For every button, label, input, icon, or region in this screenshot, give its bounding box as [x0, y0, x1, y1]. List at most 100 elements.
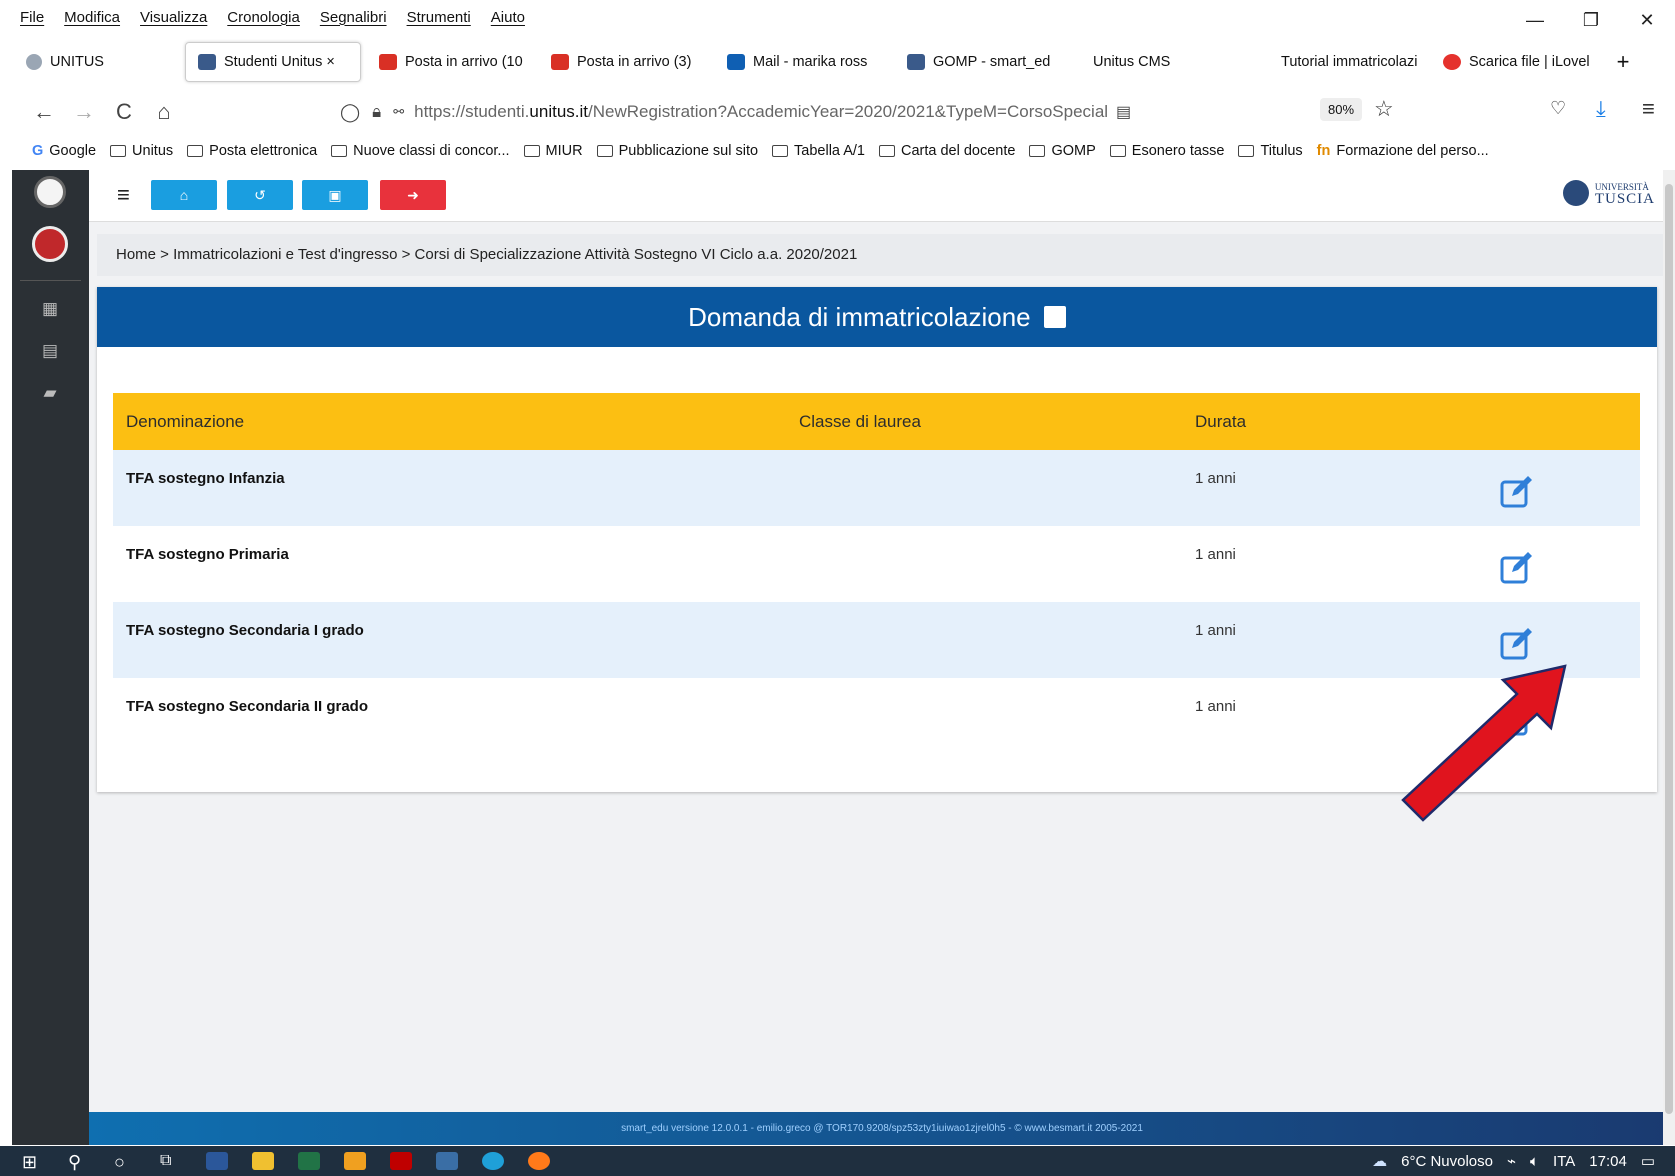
folder-icon [523, 145, 540, 157]
logo-line2: TUSCIA [1594, 191, 1655, 207]
nav-bar: ← → C ⌂ ◯ 🔒︎ ⚯ https://studenti. unitus.… [0, 90, 1675, 134]
edit-document-icon[interactable]: ▰ [40, 384, 60, 402]
bookmark-google[interactable]: G Google [32, 143, 96, 159]
table-row: TFA sostegno Infanzia 1 anni [113, 450, 1640, 526]
menu-modifica[interactable]: Modifica [64, 9, 120, 26]
outlook-task-icon[interactable] [344, 1152, 366, 1170]
bookmark-miur[interactable]: MIUR [523, 143, 583, 159]
network-icon[interactable]: ⌁ [1507, 1152, 1516, 1170]
filezilla-icon[interactable] [390, 1152, 412, 1170]
tab-unitus[interactable]: UNITUS [0, 42, 185, 82]
tab-posta-1[interactable]: Posta in arrivo (10 [361, 42, 539, 82]
app-footer: smart_edu versione 12.0.0.1 - emilio.gre… [89, 1112, 1675, 1145]
menu-cronologia[interactable]: Cronologia [227, 9, 300, 26]
volume-icon[interactable]: 🔈︎ [1530, 1153, 1539, 1170]
scrollbar-thumb[interactable] [1665, 184, 1673, 1114]
tab-label: GOMP - smart_ed [933, 54, 1051, 70]
reload-button[interactable]: C [104, 99, 144, 125]
menubar: File Modifica Visualizza Cronologia Segn… [0, 0, 1675, 34]
course-name: TFA sostegno Infanzia [126, 470, 285, 487]
bookmark-formazione[interactable]: fn Formazione del perso... [1317, 143, 1489, 159]
menu-visualizza[interactable]: Visualizza [140, 9, 207, 26]
tab-gomp[interactable]: GOMP - smart_ed [895, 42, 1071, 82]
menu-strumenti[interactable]: Strumenti [407, 9, 471, 26]
smartedu-favicon-icon [198, 54, 216, 70]
user-avatar[interactable] [32, 226, 68, 262]
bookmark-esonero[interactable]: Esonero tasse [1109, 143, 1224, 159]
calendar-icon[interactable]: ▦ [40, 300, 60, 318]
history-button[interactable]: ↺ [227, 180, 293, 210]
forward-button[interactable]: → [64, 99, 104, 125]
folder-icon [187, 145, 204, 157]
cortana-icon[interactable]: ○ [114, 1152, 136, 1172]
bookmark-tabella[interactable]: Tabella A/1 [772, 143, 865, 159]
edit-icon[interactable] [1500, 474, 1534, 508]
tab-posta-2[interactable]: Posta in arrivo (3) [539, 42, 715, 82]
bookmark-gomp[interactable]: GOMP [1029, 143, 1096, 159]
url-domain: unitus.it [529, 102, 588, 121]
menu-file[interactable]: File [20, 9, 44, 26]
outlook-icon [727, 54, 745, 70]
edit-icon[interactable] [1500, 550, 1534, 584]
tab-unitus-cms[interactable]: Unitus CMS [1071, 42, 1251, 82]
sidebar-toggle-icon[interactable]: ≡ [117, 182, 130, 208]
weather-text[interactable]: 6°C Nuvoloso [1401, 1153, 1493, 1170]
bookmark-star-icon[interactable]: ☆ [1374, 96, 1394, 122]
tab-tutorial[interactable]: Tutorial immatricolazi [1251, 42, 1431, 82]
url-prefix: https://studenti. [414, 102, 530, 121]
url-path: /NewRegistration?AccademicYear=2020/2021… [588, 102, 1108, 121]
reader-view-icon[interactable]: ▤ [1116, 102, 1131, 122]
new-tab-button[interactable]: + [1603, 42, 1643, 82]
table-header: Denominazione Classe di laurea Durata [113, 393, 1640, 450]
restore-button[interactable]: ❐ [1563, 0, 1619, 34]
task-view-icon[interactable]: ⧉ [160, 1152, 182, 1170]
hamburger-menu-icon[interactable]: ≡ [1642, 96, 1655, 122]
edit-icon[interactable] [1500, 626, 1534, 660]
tab-studenti-unitus[interactable]: Studenti Unitus × [185, 42, 361, 82]
notifications-icon[interactable]: ▭ [1641, 1152, 1655, 1170]
bookmark-pubblicazione[interactable]: Pubblicazione sul sito [596, 143, 758, 159]
menu-segnalibri[interactable]: Segnalibri [320, 9, 387, 26]
search-icon[interactable]: ⚲ [68, 1152, 90, 1172]
edge-icon[interactable] [482, 1152, 504, 1170]
bookmark-carta-docente[interactable]: Carta del docente [879, 143, 1015, 159]
tab-label: Studenti Unitus × [224, 54, 335, 70]
lang-indicator[interactable]: ITA [1553, 1153, 1575, 1170]
bookmark-titulus[interactable]: Titulus [1238, 143, 1303, 159]
word-icon[interactable] [206, 1152, 228, 1170]
bookmark-posta[interactable]: Posta elettronica [187, 143, 317, 159]
zoom-level[interactable]: 80% [1320, 98, 1363, 121]
page-scrollbar[interactable] [1663, 170, 1675, 1145]
col-durata: Durata [1195, 412, 1247, 431]
tab-ilovepdf[interactable]: Scarica file | iLovel [1431, 42, 1603, 82]
tab-mail-outlook[interactable]: Mail - marika ross [715, 42, 895, 82]
logout-button[interactable]: ➜ [380, 180, 446, 210]
download-icon[interactable]: ⤓ [1596, 96, 1606, 122]
windows-start-icon[interactable]: ⊞ [22, 1152, 44, 1172]
excel-icon[interactable] [298, 1152, 320, 1170]
minimize-button[interactable]: — [1507, 0, 1563, 34]
calculator-icon[interactable] [436, 1152, 458, 1170]
ilovepdf-icon [1443, 54, 1461, 70]
card-button[interactable]: ▣ [302, 180, 368, 210]
system-tray: ☁ 6°C Nuvoloso ⌁ 🔈︎ ITA 17:04 ▭ [1358, 1146, 1655, 1176]
home-nav-button[interactable]: ⌂ [144, 99, 184, 125]
pocket-icon[interactable]: ♡ [1550, 98, 1566, 119]
file-explorer-icon[interactable] [252, 1152, 274, 1170]
bookmark-unitus[interactable]: Unitus [110, 143, 173, 159]
shield-icon: ◯ [340, 101, 361, 122]
firefox-icon[interactable] [528, 1152, 550, 1170]
tab-bar: UNITUS Studenti Unitus × Posta in arrivo… [0, 42, 1675, 82]
close-window-button[interactable]: ✕ [1619, 0, 1675, 34]
folder-icon [110, 145, 127, 157]
back-button[interactable]: ← [24, 99, 64, 125]
clock[interactable]: 17:04 [1589, 1153, 1627, 1170]
app-logo-icon[interactable] [34, 176, 66, 208]
calendar-grid-icon[interactable]: ▤ [40, 342, 60, 360]
home-button[interactable]: ⌂ [151, 180, 217, 210]
bookmark-nuove-classi[interactable]: Nuove classi di concor... [331, 143, 510, 159]
url-bar[interactable]: ◯ 🔒︎ ⚯ https://studenti. unitus.it /NewR… [340, 94, 1340, 130]
menu-aiuto[interactable]: Aiuto [491, 9, 525, 26]
sidebar: ▦ ▤ ▰ [12, 170, 89, 1145]
sidebar-divider [20, 280, 81, 281]
